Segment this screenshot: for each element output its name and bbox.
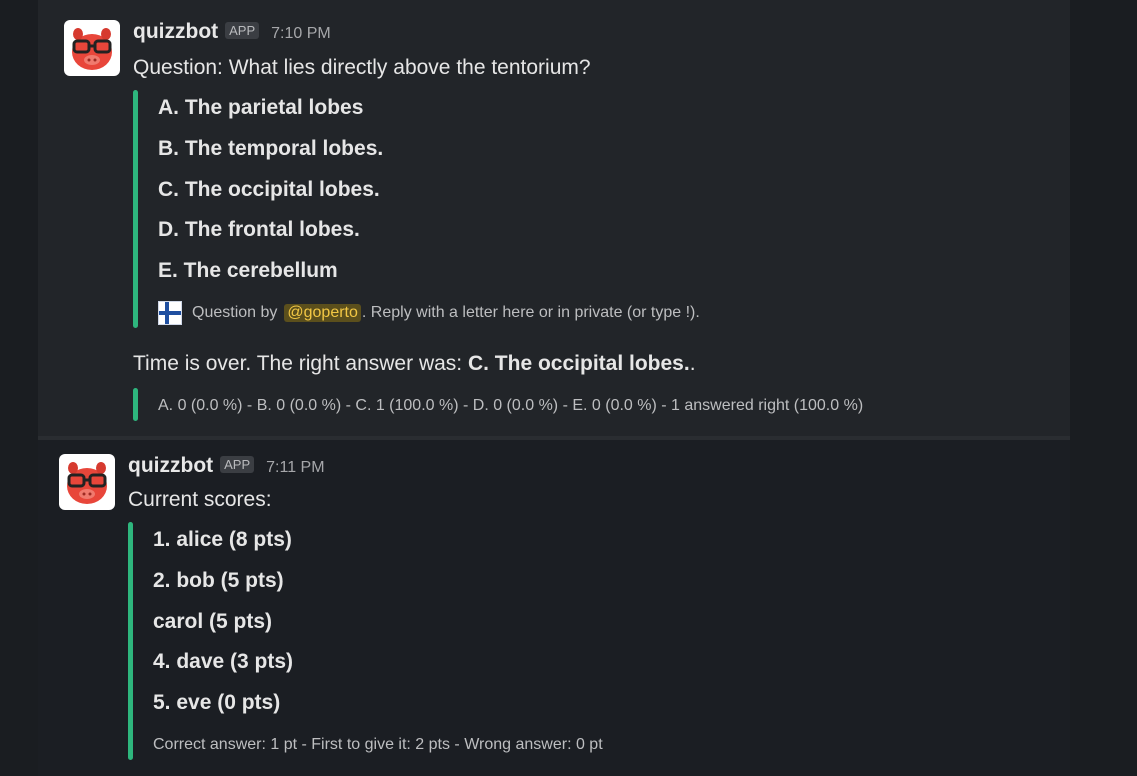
scoring-rules: Correct answer: 1 pt - First to give it:… xyxy=(153,736,603,753)
question-text: Question: What lies directly above the t… xyxy=(133,56,591,79)
message-quiz-question[interactable]: quizzbot APP 7:10 PM Question: What lies… xyxy=(38,0,1070,436)
message-header: quizzbot APP 7:11 PM xyxy=(128,454,325,478)
option-b: B. The temporal lobes. xyxy=(158,137,384,160)
app-badge: APP xyxy=(220,456,255,473)
option-e: E. The cerebellum xyxy=(158,259,338,282)
result-answer: C. The occipital lobes. xyxy=(467,352,690,375)
score-item: 4. dave (3 pts) xyxy=(153,650,294,673)
footer-prefix: Question by xyxy=(192,304,278,321)
option-d: D. The frontal lobes. xyxy=(158,218,360,241)
score-item: 2. bob (5 pts) xyxy=(153,569,284,592)
scores-title: Current scores: xyxy=(128,488,272,511)
message-panel: quizzbot APP 7:10 PM Question: What lies… xyxy=(38,0,1070,776)
footer-suffix: . Reply with a letter here or in private… xyxy=(361,304,700,321)
quizzbot-avatar-icon[interactable] xyxy=(64,20,120,76)
score-item: carol (5 pts) xyxy=(153,610,273,633)
scores-attachment: 1. alice (8 pts) 2. bob (5 pts) carol (5… xyxy=(128,522,1028,760)
quizzbot-avatar-icon[interactable] xyxy=(59,454,115,510)
option-a: A. The parietal lobes xyxy=(158,96,364,119)
message-scores[interactable]: quizzbot APP 7:11 PM Current scores: 1. … xyxy=(38,440,1070,776)
user-mention[interactable]: @goperto xyxy=(284,304,361,322)
app-badge: APP xyxy=(225,22,260,39)
option-c: C. The occipital lobes. xyxy=(158,178,380,201)
attachment-footer: Question by @goperto . Reply with a lett… xyxy=(158,301,700,325)
username[interactable]: quizzbot xyxy=(133,20,218,44)
score-item: 5. eve (0 pts) xyxy=(153,691,281,714)
result-prefix: Time is over. The right answer was: xyxy=(133,352,468,375)
result-suffix: . xyxy=(689,352,696,375)
answer-stats: A. 0 (0.0 %) - B. 0 (0.0 %) - C. 1 (100.… xyxy=(158,397,864,414)
stats-attachment: A. 0 (0.0 %) - B. 0 (0.0 %) - C. 1 (100.… xyxy=(133,388,1033,421)
options-attachment: A. The parietal lobes B. The temporal lo… xyxy=(133,90,1033,328)
attachment-accent-bar xyxy=(133,90,138,328)
timestamp[interactable]: 7:11 PM xyxy=(266,459,324,477)
username[interactable]: quizzbot xyxy=(128,454,213,478)
result-text: Time is over. The right answer was: C. T… xyxy=(133,352,696,376)
attachment-accent-bar xyxy=(128,522,133,760)
timestamp[interactable]: 7:10 PM xyxy=(271,25,331,43)
attachment-accent-bar xyxy=(133,388,138,421)
finland-flag-icon xyxy=(158,301,182,325)
score-item: 1. alice (8 pts) xyxy=(153,528,292,551)
message-header: quizzbot APP 7:10 PM xyxy=(133,20,331,44)
